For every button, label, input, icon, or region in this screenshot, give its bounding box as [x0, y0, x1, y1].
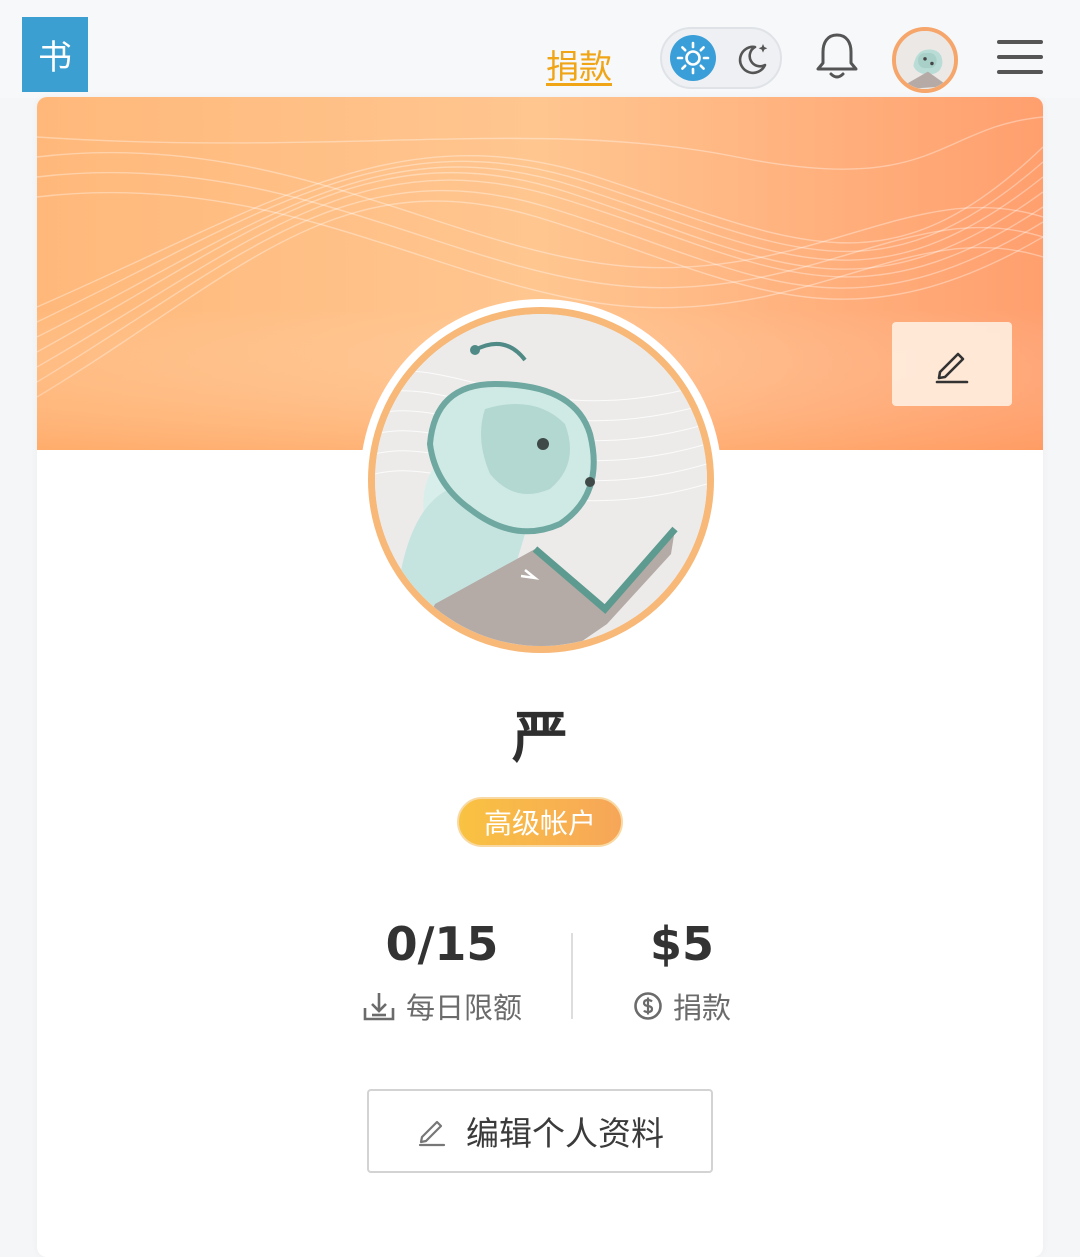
daily-limit-label: 每日限额: [405, 991, 522, 1025]
download-icon: [363, 993, 395, 1021]
daily-limit-stat: 0/15 每日限额: [347, 917, 537, 1027]
donate-link[interactable]: 捐款: [546, 40, 612, 88]
donation-stat: $5 捐款: [617, 917, 747, 1027]
bell-icon[interactable]: [812, 30, 862, 82]
edit-profile-button[interactable]: 编辑个人资料: [367, 1089, 713, 1173]
edit-profile-label: 编辑个人资料: [466, 1114, 664, 1153]
pencil-icon: [935, 352, 969, 384]
menu-icon[interactable]: [996, 37, 1044, 77]
theme-toggle[interactable]: [660, 27, 782, 89]
donation-label: 捐款: [672, 991, 731, 1025]
premium-account-badge: 高级帐户: [457, 797, 623, 847]
donation-value: $5: [649, 917, 714, 971]
profile-avatar[interactable]: [360, 299, 722, 661]
daily-limit-value: 0/15: [385, 917, 499, 971]
pencil-icon: [418, 1120, 446, 1147]
moon-icon[interactable]: [732, 38, 774, 80]
robot-reading-illustration: [375, 314, 707, 646]
site-logo[interactable]: 书: [22, 17, 88, 92]
site-logo-text: 书: [38, 38, 72, 78]
stats-divider: [571, 933, 573, 1019]
dollar-circle-icon: [634, 992, 662, 1020]
profile-username: 严: [512, 706, 568, 771]
profile-card: 严 高级帐户 0/15 每日限额 $5 捐款 编辑个人资料: [37, 97, 1043, 1257]
user-avatar[interactable]: [892, 27, 958, 93]
top-navigation-bar: 书 捐款: [0, 0, 1080, 98]
edit-cover-button[interactable]: [892, 322, 1012, 406]
sun-icon[interactable]: [670, 35, 716, 81]
